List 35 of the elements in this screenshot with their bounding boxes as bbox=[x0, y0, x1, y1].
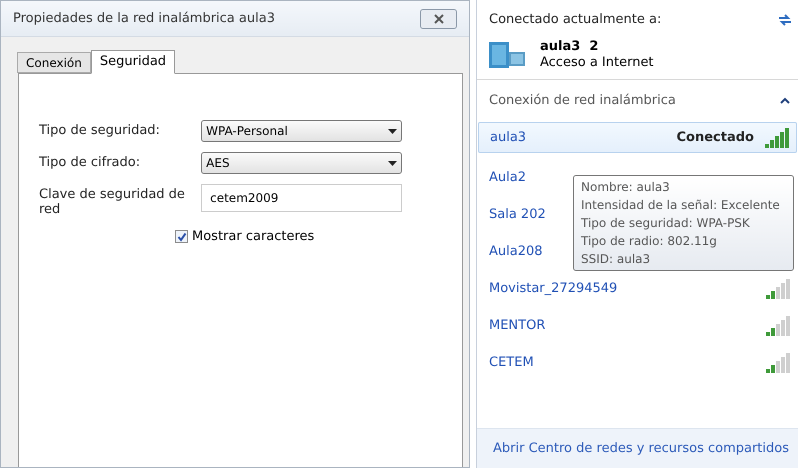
network-name: CETEM bbox=[489, 354, 534, 372]
network-row[interactable]: CETEM bbox=[477, 344, 798, 381]
section-header[interactable]: Conexión de red inalámbrica bbox=[477, 80, 798, 122]
show-characters-checkbox[interactable]: Mostrar caracteres bbox=[175, 227, 402, 246]
network-status: Acceso a Internet bbox=[540, 54, 654, 70]
tab[interactable]: Conexión bbox=[17, 52, 91, 73]
tooltip-line: Nombre: aula3 bbox=[581, 179, 671, 196]
caret-icon bbox=[388, 160, 397, 166]
tooltip-line: SSID: aula3 bbox=[581, 251, 652, 268]
network-name: aula3 bbox=[490, 128, 526, 147]
network-row[interactable]: Movistar_27294549 bbox=[477, 270, 798, 307]
close-button[interactable] bbox=[420, 8, 457, 28]
network-name: aula3 2 bbox=[540, 38, 600, 54]
refresh-icon[interactable] bbox=[777, 13, 793, 27]
dropdown[interactable]: WPA-Personal bbox=[201, 120, 402, 142]
network-name: Movistar_27294549 bbox=[489, 280, 618, 298]
tooltip-line: Intensidad de la señal: Excelente bbox=[581, 197, 781, 214]
connection-status: Conectado bbox=[676, 128, 754, 147]
close-icon bbox=[432, 14, 444, 24]
password-field[interactable]: cetem2009 bbox=[201, 184, 402, 212]
network-icon bbox=[488, 40, 528, 70]
tab[interactable]: Seguridad bbox=[90, 50, 176, 74]
field-label: Tipo de seguridad: bbox=[39, 122, 161, 138]
dropdown[interactable]: AES bbox=[201, 152, 402, 174]
checkmark-icon bbox=[176, 232, 186, 242]
field-label: Clave de seguridad de red bbox=[39, 186, 186, 217]
caret-icon bbox=[388, 128, 397, 134]
tooltip-line: Tipo de seguridad: WPA-PSK bbox=[581, 215, 751, 232]
network-row[interactable]: MENTOR bbox=[477, 307, 798, 344]
tooltip-line: Tipo de radio: 802.11g bbox=[581, 233, 718, 250]
network-row[interactable]: aula3 Conectado bbox=[478, 122, 797, 153]
heading: Conectado actualmente a: bbox=[489, 11, 662, 30]
field-label: Tipo de cifrado: bbox=[39, 154, 142, 170]
network-name: MENTOR bbox=[489, 316, 546, 335]
window-title: Propiedades de la red inalámbrica aula3 bbox=[13, 10, 275, 28]
